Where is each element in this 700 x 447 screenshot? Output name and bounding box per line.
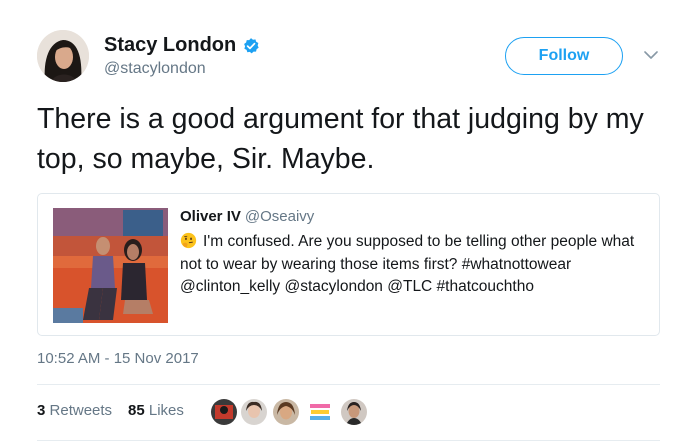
verified-badge-icon [244, 37, 259, 53]
author-name-row[interactable]: Stacy London [104, 34, 260, 57]
liker-avatar[interactable] [272, 398, 300, 426]
retweets-stat[interactable]: 3 Retweets [37, 402, 112, 419]
liker-avatar[interactable] [340, 398, 368, 426]
liker-avatar-image [307, 399, 333, 425]
chevron-down-icon[interactable] [644, 50, 658, 60]
author-handle[interactable]: @stacylondon [104, 60, 206, 78]
liker-avatar-image [211, 399, 237, 425]
quoted-tweet-body: I'm confused. Are you supposed to be tel… [180, 233, 635, 295]
liker-avatar-image [241, 399, 267, 425]
liker-avatar[interactable] [210, 398, 238, 426]
tweet-text: There is a good argument for that judgin… [37, 103, 644, 175]
quoted-author[interactable]: Oliver IV @Oseaivy [180, 208, 314, 225]
retweets-label: Retweets [49, 402, 113, 419]
author-avatar[interactable] [37, 30, 89, 82]
likes-label: Likes [148, 402, 184, 419]
quoted-author-handle[interactable]: @Oseaivy [245, 208, 314, 225]
thinking-face-icon [180, 232, 197, 249]
quoted-media-thumbnail [53, 208, 168, 323]
retweets-count: 3 [37, 402, 46, 419]
tweet-timestamp[interactable]: 10:52 AM - 15 Nov 2017 [37, 350, 199, 367]
liker-avatar-image [273, 399, 299, 425]
author-name[interactable]: Stacy London [104, 34, 236, 57]
liker-avatar[interactable] [306, 398, 334, 426]
divider [37, 384, 660, 385]
author-avatar-image [37, 30, 89, 82]
likes-stat[interactable]: 85 Likes [128, 402, 184, 419]
liker-avatar-image [341, 399, 367, 425]
divider [37, 440, 660, 441]
follow-button[interactable]: Follow [505, 37, 623, 75]
quoted-tweet-image[interactable] [53, 208, 168, 323]
likes-count: 85 [128, 402, 145, 419]
quoted-tweet-text: I'm confused. Are you supposed to be tel… [180, 231, 650, 299]
liker-avatar[interactable] [240, 398, 268, 426]
quoted-author-name[interactable]: Oliver IV [180, 208, 241, 225]
quoted-tweet-card[interactable]: Oliver IV @Oseaivy I'm confused. Are you … [37, 193, 660, 336]
